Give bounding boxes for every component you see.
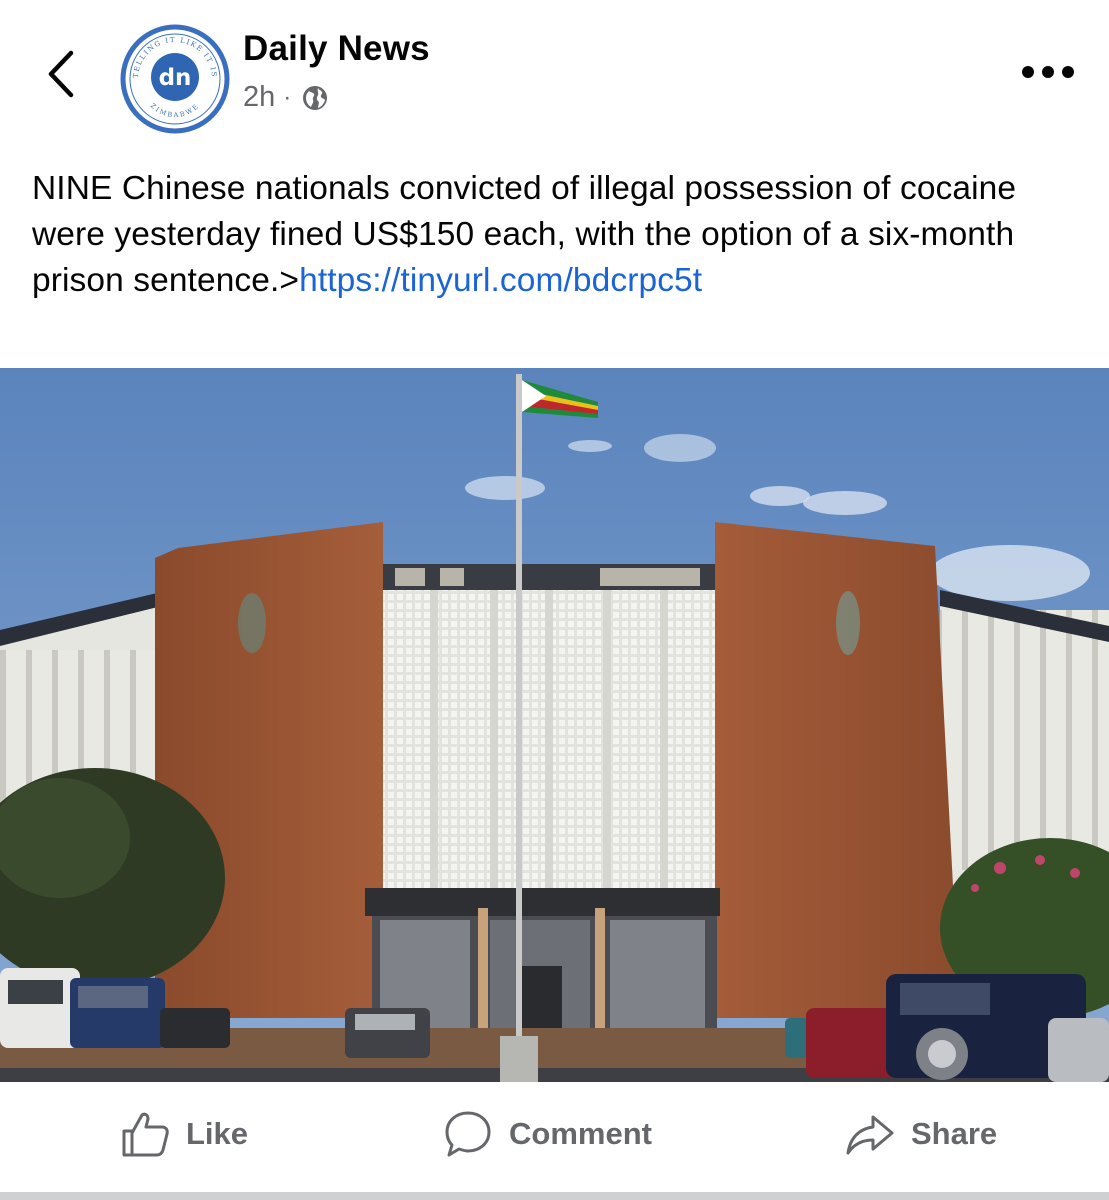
comment-bubble-icon [445,1111,491,1157]
action-bar: Like Comment Share [0,1086,1109,1182]
like-label: Like [186,1116,249,1151]
chevron-left-icon [48,50,74,98]
share-arrow-icon [846,1115,894,1155]
bottom-divider [0,1192,1109,1200]
page-avatar[interactable]: TELLING IT LIKE IT IS ZIMBABWE dn [118,22,232,136]
post-text: NINE Chinese nationals convicted of ille… [32,166,1082,304]
post-photo[interactable] [0,368,1109,1082]
brick-building-photo [0,368,1109,1082]
comment-button[interactable]: Comment [443,1106,652,1162]
logo-monogram: dn [159,65,192,91]
globe-icon [303,85,328,110]
meta-separator: · [283,83,292,111]
back-button[interactable] [38,44,84,104]
comment-label: Comment [509,1116,652,1151]
more-horizontal-icon [1022,66,1074,78]
like-button[interactable]: Like [120,1106,248,1162]
share-button[interactable]: Share [845,1106,997,1162]
page-name[interactable]: Daily News [243,29,430,69]
thumbs-up-icon [122,1112,169,1157]
daily-news-logo: TELLING IT LIKE IT IS ZIMBABWE dn [120,24,230,134]
post-meta: 2h · [243,81,329,114]
more-options-button[interactable] [1016,52,1080,92]
post-link[interactable]: https://tinyurl.com/bdcrpc5t [299,262,702,299]
post-view: TELLING IT LIKE IT IS ZIMBABWE dn Daily … [0,0,1109,1200]
post-time[interactable]: 2h [243,81,275,114]
share-label: Share [911,1116,998,1151]
